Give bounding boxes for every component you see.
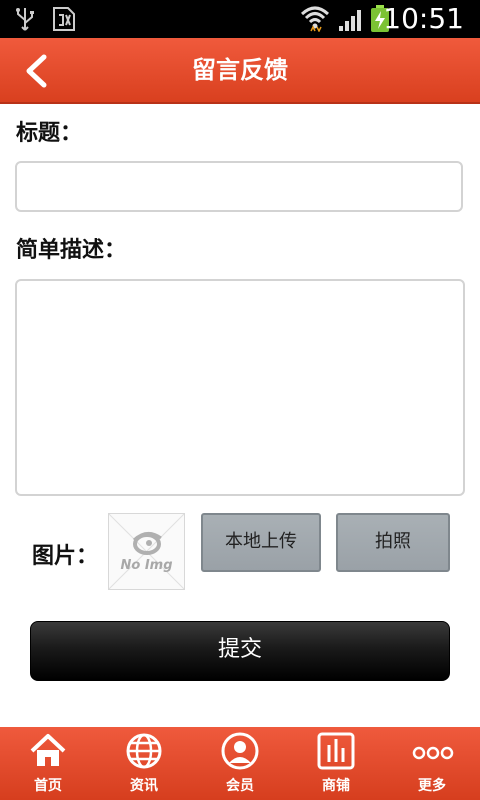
tab-label: 商铺 xyxy=(322,778,350,794)
status-time: 10:51 xyxy=(383,2,464,35)
bottom-tab-bar: 首页 资讯 会员 商铺 更多 xyxy=(0,727,480,800)
description-label: 简单描述： xyxy=(16,238,127,263)
tab-label: 会员 xyxy=(226,778,254,794)
tab-label: 更多 xyxy=(418,778,446,794)
tab-label: 首页 xyxy=(34,778,62,794)
globe-icon xyxy=(126,733,162,769)
submit-button[interactable]: 提交 xyxy=(30,621,450,681)
local-upload-button[interactable]: 本地上传 xyxy=(201,513,321,572)
home-icon xyxy=(30,734,66,766)
page-title: 留言反馈 xyxy=(192,56,288,84)
usb-icon xyxy=(16,8,34,31)
no-image-icon xyxy=(108,513,185,590)
take-photo-button[interactable]: 拍照 xyxy=(336,513,450,572)
tab-news[interactable]: 资讯 xyxy=(96,727,192,800)
status-bar: 10:51 xyxy=(0,0,480,38)
sim-debug-icon xyxy=(53,7,75,31)
wifi-icon xyxy=(300,6,330,32)
tab-home[interactable]: 首页 xyxy=(0,727,96,800)
tab-more[interactable]: 更多 xyxy=(384,727,480,800)
no-image-placeholder: No Img xyxy=(108,513,185,590)
more-dots-icon xyxy=(412,746,454,760)
title-input[interactable] xyxy=(15,161,463,212)
tab-shop[interactable]: 商铺 xyxy=(288,727,384,800)
app-header: 留言反馈 xyxy=(0,38,480,104)
no-image-text: No Img xyxy=(120,558,173,573)
user-icon xyxy=(221,732,259,770)
description-textarea[interactable] xyxy=(15,279,465,496)
tab-member[interactable]: 会员 xyxy=(192,727,288,800)
shop-chart-icon xyxy=(317,732,355,770)
image-label: 图片： xyxy=(32,544,99,569)
signal-icon xyxy=(339,10,361,31)
title-label: 标题： xyxy=(16,121,83,146)
tab-label: 资讯 xyxy=(130,778,158,794)
